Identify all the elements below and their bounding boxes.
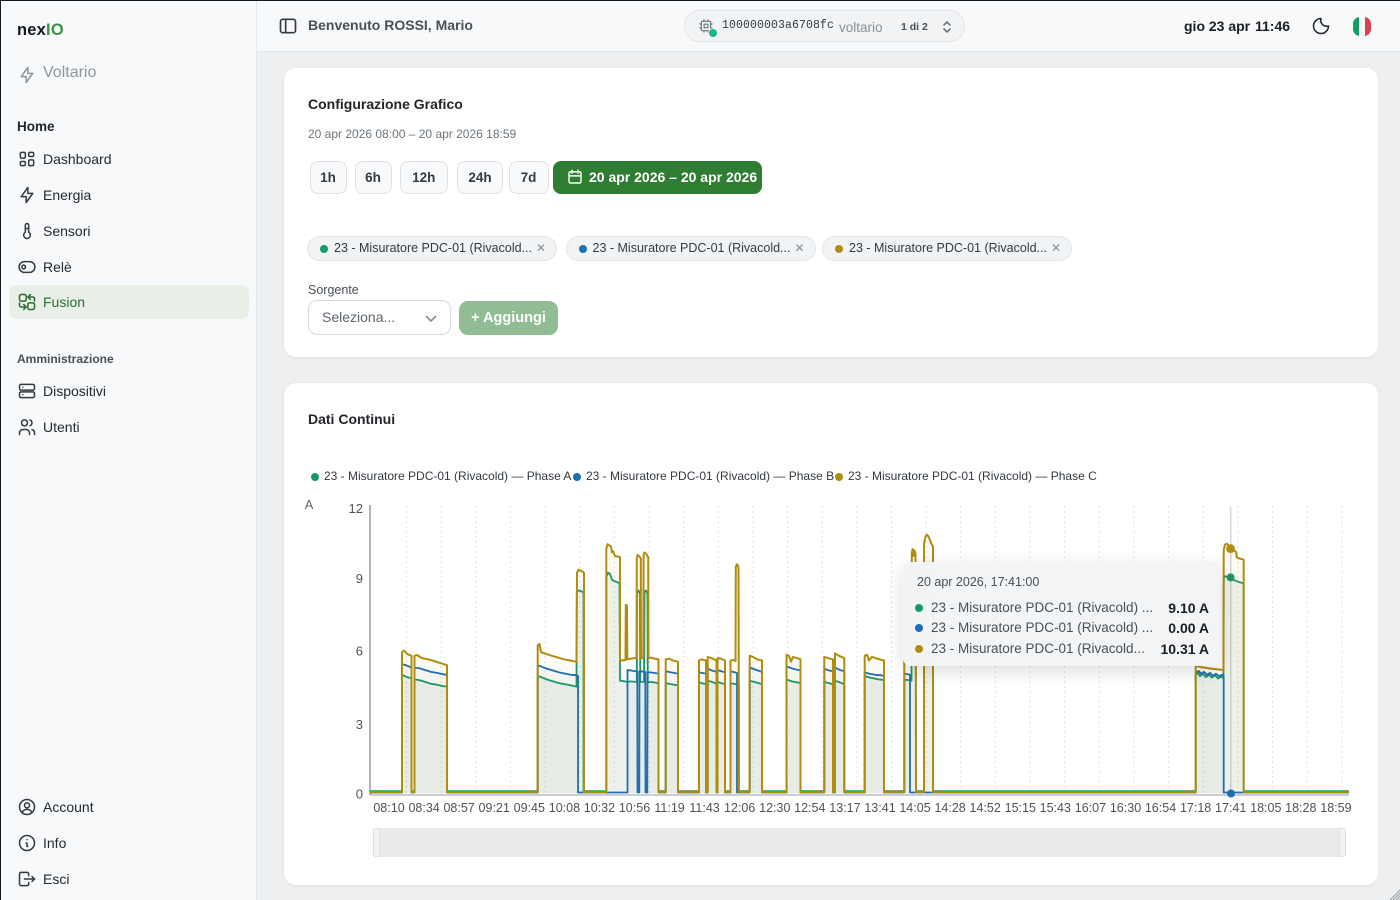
svg-text:13:17: 13:17 bbox=[829, 801, 860, 815]
svg-text:12:54: 12:54 bbox=[794, 801, 825, 815]
svg-text:16:07: 16:07 bbox=[1075, 801, 1106, 815]
svg-text:08:34: 08:34 bbox=[408, 801, 439, 815]
svg-text:3: 3 bbox=[356, 717, 363, 732]
svg-text:10:32: 10:32 bbox=[584, 801, 615, 815]
svg-text:12: 12 bbox=[349, 501, 363, 516]
svg-text:12:30: 12:30 bbox=[759, 801, 790, 815]
svg-text:17:41: 17:41 bbox=[1215, 801, 1246, 815]
svg-text:17:18: 17:18 bbox=[1180, 801, 1211, 815]
svg-text:0: 0 bbox=[356, 787, 363, 802]
svg-text:15:43: 15:43 bbox=[1040, 801, 1071, 815]
svg-text:10:56: 10:56 bbox=[619, 801, 650, 815]
svg-text:16:30: 16:30 bbox=[1110, 801, 1141, 815]
svg-text:18:59: 18:59 bbox=[1320, 801, 1351, 815]
svg-text:08:57: 08:57 bbox=[443, 801, 474, 815]
svg-text:11:43: 11:43 bbox=[689, 801, 719, 815]
svg-text:14:52: 14:52 bbox=[970, 801, 1001, 815]
svg-text:13:41: 13:41 bbox=[864, 801, 895, 815]
svg-text:15:15: 15:15 bbox=[1005, 801, 1036, 815]
svg-text:10:08: 10:08 bbox=[549, 801, 580, 815]
svg-text:16:54: 16:54 bbox=[1145, 801, 1176, 815]
svg-text:A: A bbox=[305, 497, 314, 512]
svg-text:6: 6 bbox=[356, 644, 363, 659]
svg-text:18:05: 18:05 bbox=[1250, 801, 1281, 815]
svg-text:09:21: 09:21 bbox=[479, 801, 510, 815]
svg-text:11:19: 11:19 bbox=[654, 801, 684, 815]
svg-text:14:28: 14:28 bbox=[934, 801, 965, 815]
svg-text:14:05: 14:05 bbox=[899, 801, 930, 815]
svg-text:09:45: 09:45 bbox=[514, 801, 545, 815]
svg-text:9: 9 bbox=[356, 571, 363, 586]
svg-text:12:06: 12:06 bbox=[724, 801, 755, 815]
svg-text:18:28: 18:28 bbox=[1285, 801, 1316, 815]
svg-text:08:10: 08:10 bbox=[373, 801, 404, 815]
